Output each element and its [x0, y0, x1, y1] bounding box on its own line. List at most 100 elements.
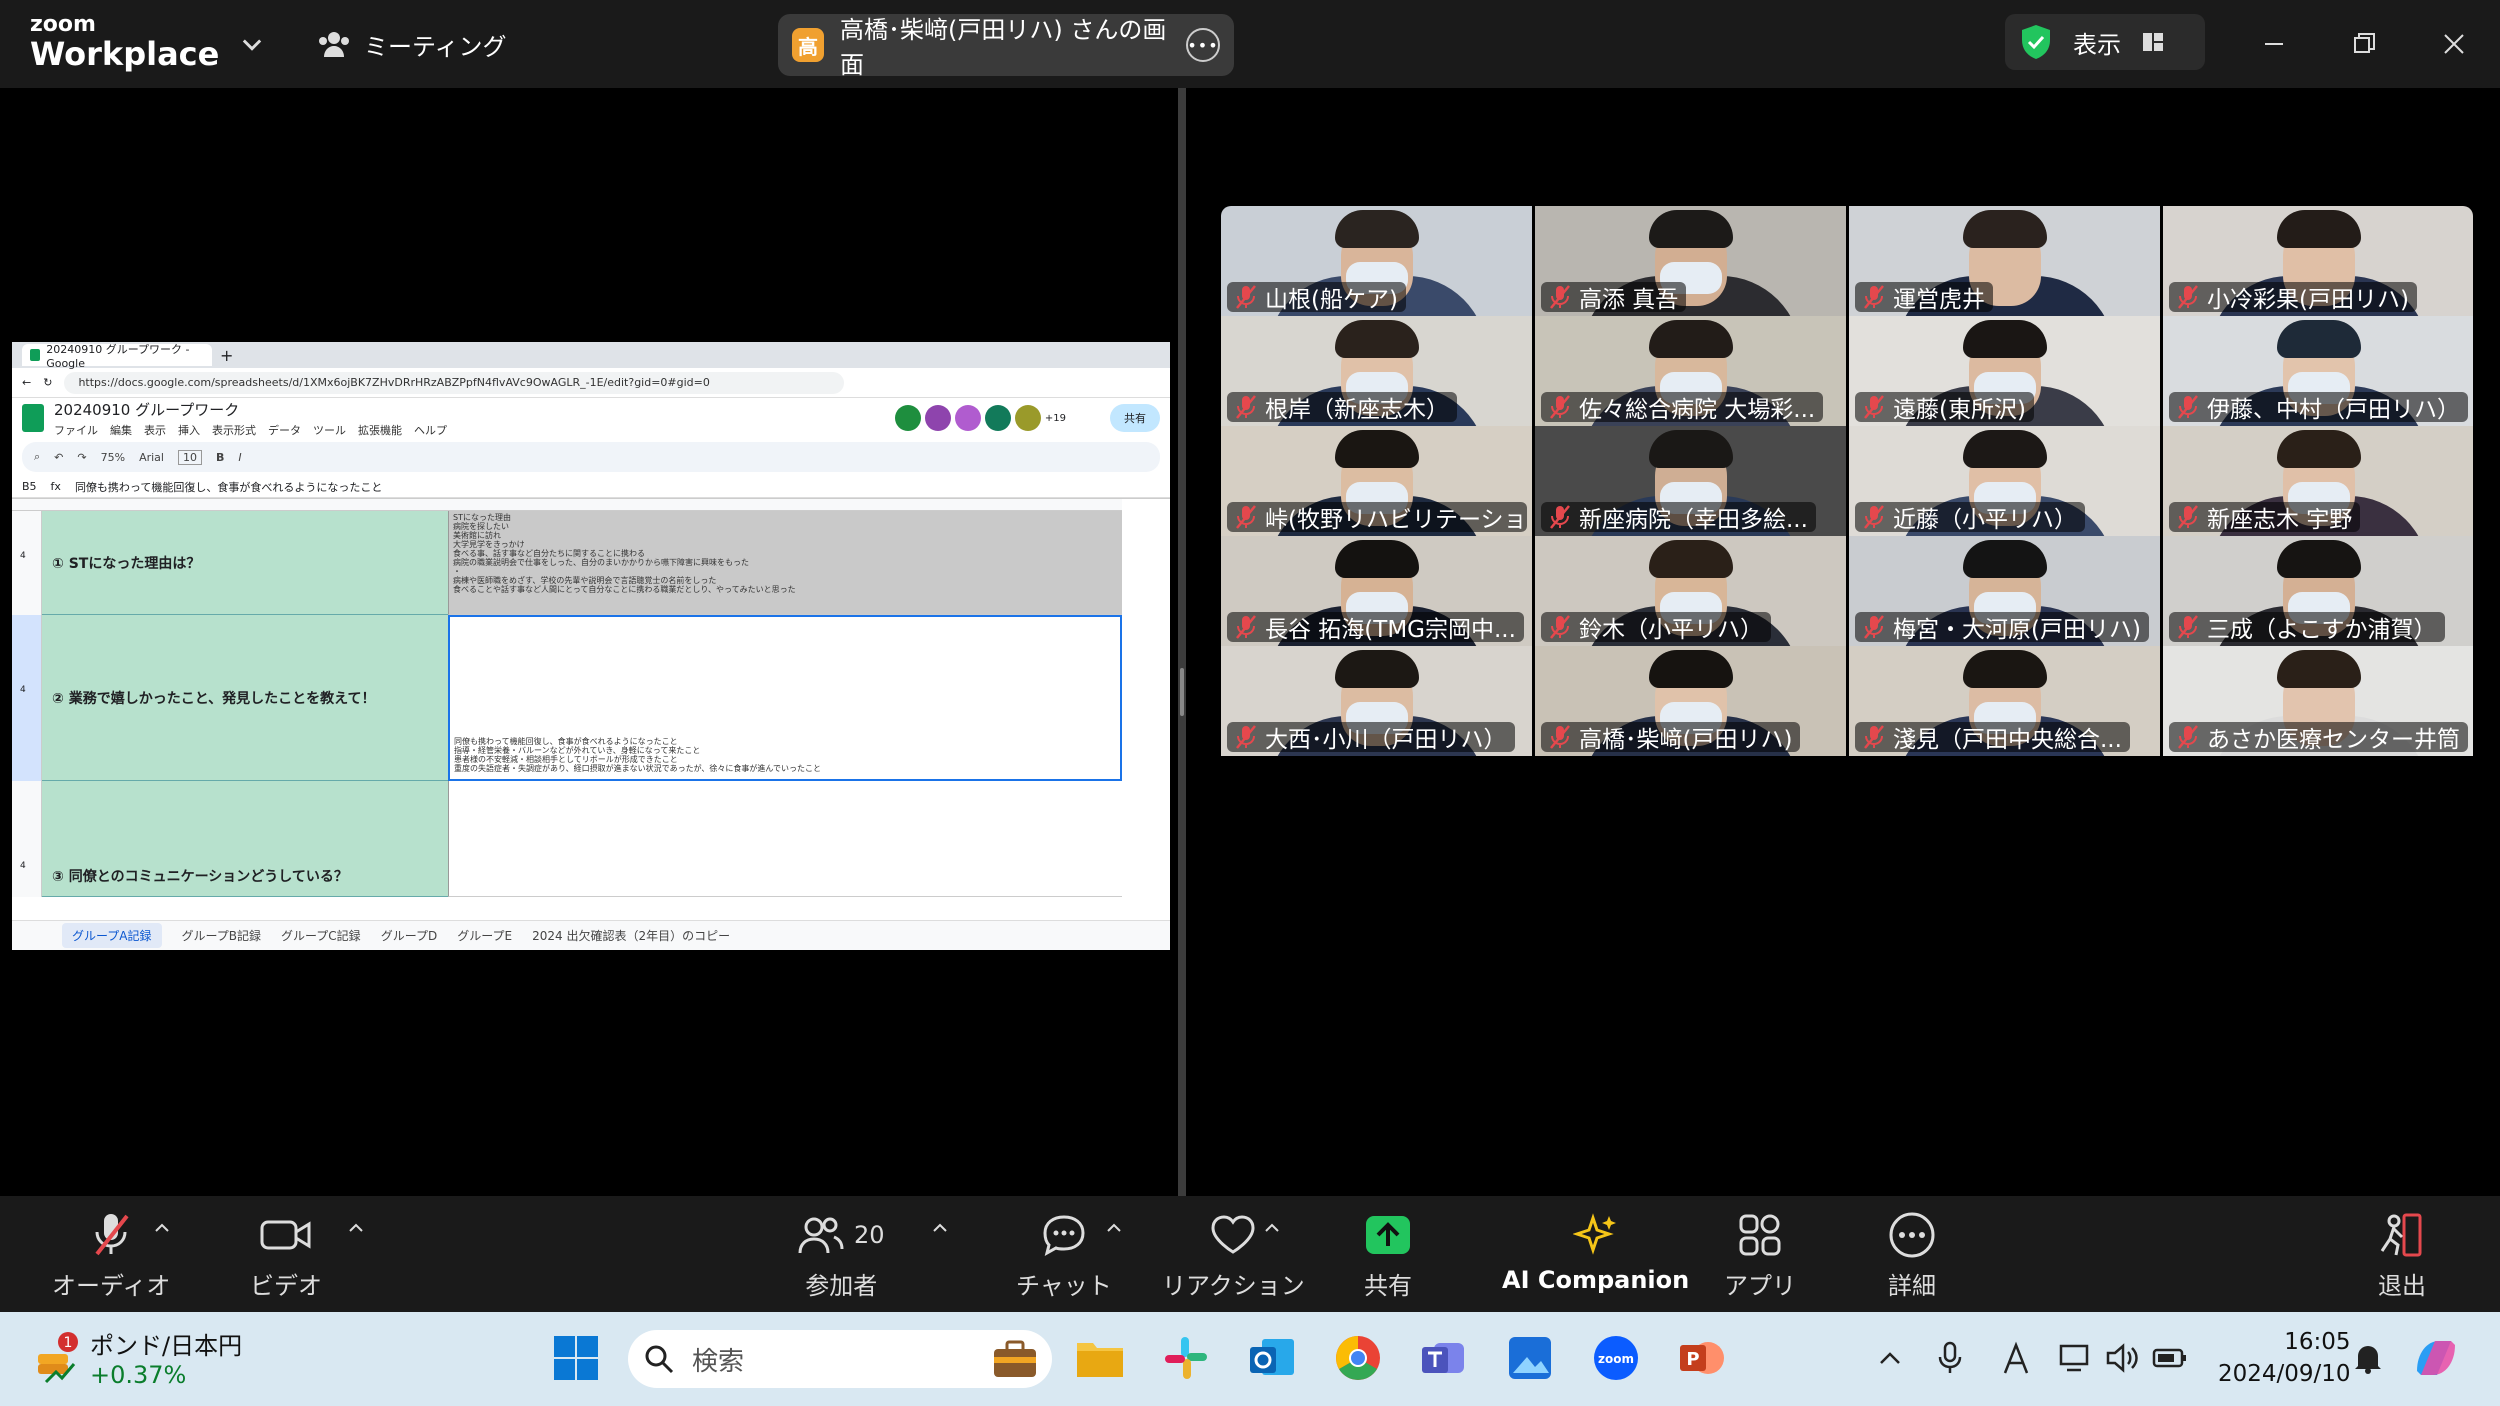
sheet-tab[interactable]: グループE: [457, 927, 512, 944]
slack-icon[interactable]: [1158, 1330, 1214, 1386]
split-divider[interactable]: [1178, 88, 1186, 1196]
menu-item[interactable]: ファイル: [54, 422, 98, 438]
sheet-tab[interactable]: グループB記録: [182, 927, 262, 944]
participant-tile[interactable]: 長谷 拓海(TMG宗岡中...: [1221, 536, 1532, 646]
row-header[interactable]: 4: [12, 781, 42, 897]
chevron-down-icon[interactable]: [238, 30, 266, 58]
row-header[interactable]: 4: [12, 615, 42, 781]
font-select[interactable]: Arial: [139, 451, 164, 464]
avatar[interactable]: [984, 405, 1011, 431]
doc-title[interactable]: 20240910 グループワーク: [54, 399, 447, 420]
more-options-icon[interactable]: •••: [1186, 28, 1220, 62]
chevron-up-icon[interactable]: [346, 1218, 366, 1238]
leave-button[interactable]: 退出: [2378, 1210, 2426, 1301]
view-button[interactable]: 表示: [2005, 14, 2205, 70]
participant-tile[interactable]: 鈴木（小平リハ）: [1535, 536, 1846, 646]
close-icon[interactable]: [2432, 22, 2476, 66]
search-icon[interactable]: ⌕: [34, 450, 40, 464]
outlook-icon[interactable]: [1244, 1330, 1300, 1386]
menu-item[interactable]: ヘルプ: [414, 422, 447, 438]
menu-item[interactable]: 表示形式: [212, 422, 256, 438]
sheet-share-button[interactable]: 共有: [1110, 404, 1160, 432]
chrome-icon[interactable]: [1330, 1330, 1386, 1386]
participant-tile[interactable]: 山根(船ケア): [1221, 206, 1532, 316]
undo-icon[interactable]: ↶: [54, 451, 63, 464]
zoom-app-icon[interactable]: zoom: [1588, 1330, 1644, 1386]
menu-item[interactable]: 表示: [144, 422, 166, 438]
chat-button[interactable]: チャット: [1016, 1210, 1112, 1301]
more-button[interactable]: 詳細: [1888, 1210, 1936, 1301]
chevron-up-icon[interactable]: [1104, 1218, 1124, 1238]
chevron-up-icon[interactable]: [1862, 1330, 1918, 1386]
avatar[interactable]: [894, 405, 921, 431]
menu-item[interactable]: ツール: [313, 422, 346, 438]
menu-item[interactable]: 拡張機能: [358, 422, 402, 438]
sheet-tab[interactable]: 2024 出欠確認表（2年目）のコピー: [532, 927, 730, 944]
sheet-tab[interactable]: グループD: [381, 927, 438, 944]
answer-cell[interactable]: STになった理由 病院を探したい 美術館に訪れ 大学見学をきっかけ 食べる事、話…: [448, 511, 1122, 615]
minimize-icon[interactable]: [2252, 22, 2296, 66]
chevron-up-icon[interactable]: [152, 1218, 172, 1238]
menu-item[interactable]: 挿入: [178, 422, 200, 438]
participant-tile[interactable]: 伊藤、中村（戸田リハ）: [2163, 316, 2473, 426]
menu-item[interactable]: 編集: [110, 422, 132, 438]
font-size-field[interactable]: 10: [177, 449, 202, 465]
participant-tile[interactable]: 佐々総合病院 大場彩...: [1535, 316, 1846, 426]
row-header[interactable]: 4: [12, 511, 42, 615]
avatar[interactable]: [954, 405, 981, 431]
copilot-icon[interactable]: [2408, 1330, 2464, 1386]
share-screen-button[interactable]: 共有: [1364, 1210, 1412, 1301]
meeting-menu[interactable]: ミーティング: [318, 24, 507, 64]
redo-icon[interactable]: ↷: [77, 451, 86, 464]
italic-icon[interactable]: I: [238, 451, 241, 464]
start-icon[interactable]: [548, 1330, 604, 1386]
sheet-tab[interactable]: グループA記録: [62, 923, 162, 948]
widgets-ticker[interactable]: 1 ポンド/日本円 +0.37%: [34, 1326, 242, 1389]
viewing-share-pill[interactable]: 高 高橋･柴﨑(戸田リハ) さんの画面 •••: [778, 14, 1234, 79]
participant-tile[interactable]: 小冷彩果(戸田リハ): [2163, 206, 2473, 316]
sheet-tab[interactable]: グループC記録: [281, 927, 361, 944]
participants-button[interactable]: 20 参加者: [798, 1210, 885, 1301]
participant-tile[interactable]: 新座病院（幸田多絵...: [1535, 426, 1846, 536]
restore-icon[interactable]: [2342, 22, 2386, 66]
question-cell[interactable]: ③ 同僚とのコミュニケーションどうしている？: [42, 781, 448, 897]
teams-icon[interactable]: [1416, 1330, 1472, 1386]
participant-tile[interactable]: 近藤（小平リハ）: [1849, 426, 2160, 536]
answer-cell[interactable]: [448, 781, 1122, 897]
file-explorer-icon[interactable]: [1072, 1330, 1128, 1386]
menu-item[interactable]: データ: [268, 422, 301, 438]
chevron-up-icon[interactable]: [1262, 1218, 1282, 1238]
divider-grip[interactable]: [1180, 668, 1184, 716]
ime-icon[interactable]: [1988, 1330, 2044, 1386]
cell-reference[interactable]: B5: [22, 480, 37, 493]
reload-icon[interactable]: ↻: [43, 376, 52, 389]
taskbar-search[interactable]: 検索: [628, 1330, 1052, 1388]
chevron-up-icon[interactable]: [930, 1218, 950, 1238]
participant-tile[interactable]: 梅宮・大河原(戸田リハ): [1849, 536, 2160, 646]
system-clock[interactable]: 16:05 2024/09/10: [2218, 1326, 2351, 1390]
avatar[interactable]: [1014, 405, 1041, 431]
participant-tile[interactable]: 大西･小川（戸田リハ）: [1221, 646, 1532, 756]
bold-icon[interactable]: B: [216, 451, 224, 464]
back-icon[interactable]: ←: [22, 376, 31, 389]
ai-companion-button[interactable]: AI Companion: [1502, 1210, 1689, 1294]
zoom-select[interactable]: 75%: [101, 451, 125, 464]
question-cell[interactable]: ① STになった理由は？: [42, 511, 448, 615]
participant-tile[interactable]: あさか医療センター井筒: [2163, 646, 2473, 756]
question-cell[interactable]: ② 業務で嬉しかったこと、発見したことを教えて！: [42, 615, 448, 781]
participant-tile[interactable]: 根岸（新座志木）: [1221, 316, 1532, 426]
participant-tile[interactable]: 峠(牧野リハビリテーショ...: [1221, 426, 1532, 536]
formula-text[interactable]: 同僚も携わって機能回復し、食事が食べれるようになったこと: [75, 479, 382, 495]
participant-tile[interactable]: 高添 真吾: [1535, 206, 1846, 316]
reactions-button[interactable]: リアクション: [1162, 1210, 1305, 1301]
collab-more-count[interactable]: +19: [1045, 413, 1066, 424]
new-tab-icon[interactable]: +: [220, 346, 233, 365]
microphone-icon[interactable]: [1922, 1330, 1978, 1386]
participant-tile[interactable]: 三成（よこすか浦賀）: [2163, 536, 2473, 646]
photos-icon[interactable]: [1502, 1330, 1558, 1386]
video-button[interactable]: ビデオ: [250, 1210, 322, 1301]
notification-bell-icon[interactable]: [2340, 1330, 2396, 1386]
participant-tile[interactable]: 遠藤(東所沢): [1849, 316, 2160, 426]
avatar[interactable]: [924, 405, 951, 431]
participant-tile[interactable]: 新座志木 宇野: [2163, 426, 2473, 536]
